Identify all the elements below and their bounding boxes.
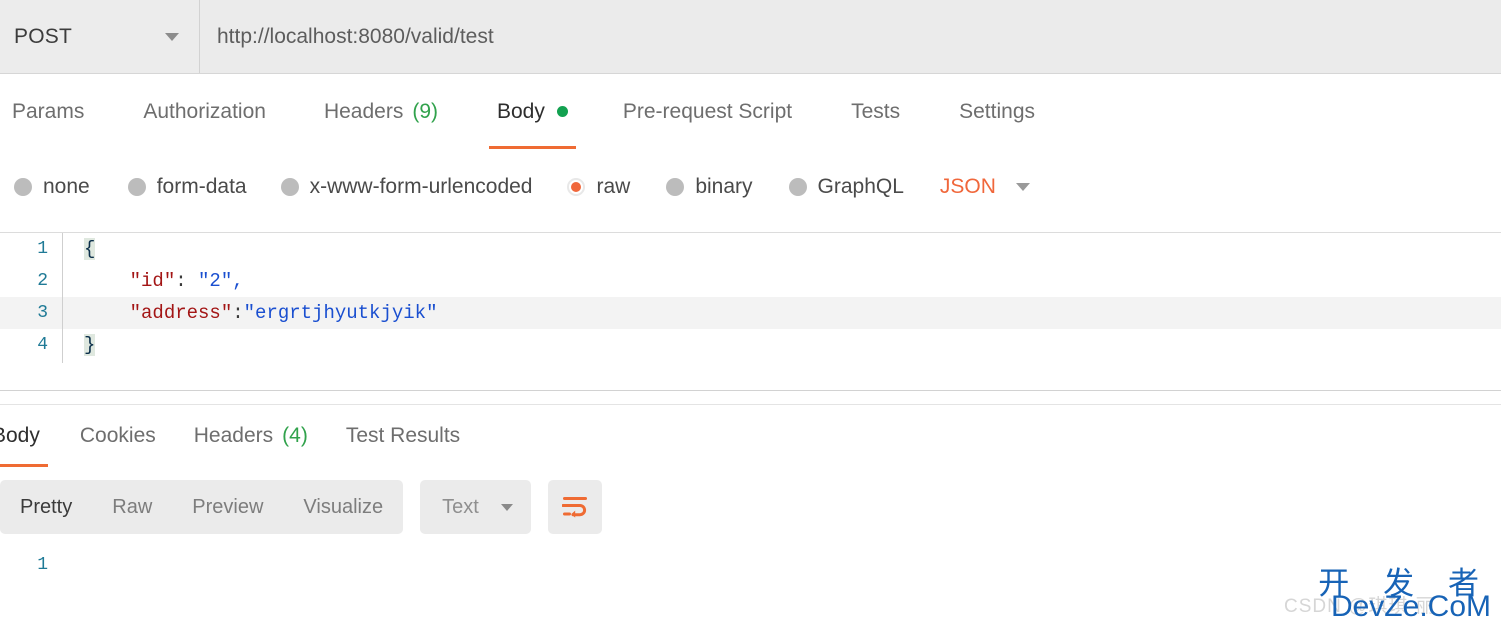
request-body-editor[interactable]: 1{2 "id": "2", 3 "address":"ergrtjhyutkjy… xyxy=(0,232,1501,391)
tab-label: Settings xyxy=(959,99,1036,123)
word-wrap-icon xyxy=(561,497,587,518)
response-tab-test-results[interactable]: Test Results xyxy=(346,405,460,467)
request-tab-body[interactable]: Body xyxy=(489,74,576,149)
request-tab-headers[interactable]: Headers (9) xyxy=(316,74,446,149)
response-content-type-value: Text xyxy=(442,495,479,518)
request-tab-params[interactable]: Params xyxy=(4,74,92,149)
radio-icon xyxy=(14,178,32,196)
radio-label: none xyxy=(43,175,90,198)
radio-label: x-www-form-urlencoded xyxy=(309,175,533,198)
response-tab-cookies[interactable]: Cookies xyxy=(80,405,156,467)
line-number: 3 xyxy=(37,303,48,323)
code-token: "address" xyxy=(129,302,233,324)
code-token: : xyxy=(232,302,244,324)
line-number: 1 xyxy=(37,555,48,575)
chevron-down-icon xyxy=(1015,183,1030,191)
active-tab-underline xyxy=(0,464,48,467)
editor-line[interactable]: 1{ xyxy=(0,233,1501,267)
editor-line-content: "address":"ergrtjhyutkjyik" xyxy=(62,295,438,331)
tab-label: Body xyxy=(497,99,545,123)
body-type-radio-none[interactable]: none xyxy=(14,175,90,199)
code-token: "id" xyxy=(129,270,176,292)
code-token: "ergrtjhyutkjyik" xyxy=(243,302,438,324)
radio-icon xyxy=(280,178,299,196)
radio-icon xyxy=(788,178,807,196)
response-line: 1 xyxy=(0,548,1501,582)
editor-line[interactable]: 4} xyxy=(0,327,1501,363)
chevron-down-icon xyxy=(500,503,513,511)
body-present-dot-icon xyxy=(556,106,568,117)
response-tab-bar: Body Cookies Headers (4) Test Results xyxy=(0,405,1501,467)
response-divider-top xyxy=(0,390,1501,391)
body-type-radio-x-www-form-urlencoded[interactable]: x-www-form-urlencoded xyxy=(280,175,533,199)
tab-count-badge: (4) xyxy=(282,424,308,447)
request-tab-pre-request-script[interactable]: Pre-request Script xyxy=(615,74,800,149)
body-type-radio-form-data[interactable]: form-data xyxy=(127,175,247,199)
http-method-value: POST xyxy=(14,24,72,48)
editor-line-content: "id": "2", xyxy=(62,263,244,299)
editor-line[interactable]: 2 "id": "2", xyxy=(0,263,1501,299)
request-tab-tests[interactable]: Tests xyxy=(843,74,908,149)
tab-label: Cookies xyxy=(79,424,156,447)
request-tab-settings[interactable]: Settings xyxy=(951,74,1043,149)
line-number: 2 xyxy=(37,271,48,291)
tab-label: Test Results xyxy=(345,424,461,447)
response-view-mode-group: Pretty Raw Preview Visualize xyxy=(0,480,404,534)
http-method-select[interactable]: POST xyxy=(0,0,200,73)
raw-format-select[interactable]: JSON xyxy=(940,175,1030,199)
radio-icon xyxy=(567,178,586,196)
body-type-radio-raw[interactable]: raw xyxy=(567,175,630,199)
response-tab-headers[interactable]: Headers (4) xyxy=(194,405,308,467)
line-number: 1 xyxy=(37,239,48,259)
response-view-pretty[interactable]: Pretty xyxy=(0,496,92,519)
line-number: 4 xyxy=(37,335,48,355)
radio-icon xyxy=(127,178,146,196)
editor-line-content: } xyxy=(62,327,96,363)
raw-format-value: JSON xyxy=(939,175,996,198)
code-token: } xyxy=(84,334,96,356)
request-tab-bar: Params Authorization Headers (9) Body Pre-req… xyxy=(0,74,1501,149)
radio-label: binary xyxy=(695,175,753,198)
tab-label: Authorization xyxy=(143,99,266,123)
tab-label: Body xyxy=(0,424,40,447)
body-type-radio-group: none form-data x-www-form-urlencoded raw bin… xyxy=(0,163,1501,211)
word-wrap-toggle-button[interactable] xyxy=(547,480,602,534)
tab-label: Pre-request Script xyxy=(622,99,793,123)
response-toolbar: Pretty Raw Preview Visualize Text xyxy=(0,480,602,534)
chevron-down-icon xyxy=(165,32,179,41)
response-view-visualize[interactable]: Visualize xyxy=(283,496,403,519)
tab-label: Tests xyxy=(851,99,901,123)
code-token: : xyxy=(175,270,199,292)
response-view-raw[interactable]: Raw xyxy=(92,496,172,519)
body-type-radio-binary[interactable]: binary xyxy=(666,175,753,199)
tab-label: Params xyxy=(12,99,85,123)
code-token: "2", xyxy=(198,270,244,292)
radio-label: raw xyxy=(596,175,631,198)
request-url-bar: POST http://localhost:8080/valid/test xyxy=(0,0,1501,74)
response-view-preview[interactable]: Preview xyxy=(172,496,283,519)
response-body-viewer[interactable]: 1 xyxy=(0,548,1501,634)
response-tab-body[interactable]: Body xyxy=(0,405,48,467)
editor-line-content: { xyxy=(62,233,96,267)
active-tab-underline xyxy=(489,146,576,149)
radio-label: GraphQL xyxy=(817,175,904,198)
radio-icon xyxy=(666,178,685,196)
request-tab-authorization[interactable]: Authorization xyxy=(135,74,274,149)
request-url-input[interactable]: http://localhost:8080/valid/test xyxy=(200,0,1501,73)
body-type-radio-graphql[interactable]: GraphQL xyxy=(788,175,904,199)
response-content-type-select[interactable]: Text xyxy=(420,480,531,534)
tab-label: Headers xyxy=(193,424,274,447)
radio-label: form-data xyxy=(156,175,247,198)
tab-count-badge: (9) xyxy=(412,99,438,123)
code-token: { xyxy=(84,238,96,260)
editor-line[interactable]: 3 "address":"ergrtjhyutkjyik" xyxy=(0,295,1501,331)
tab-label: Headers xyxy=(323,99,404,123)
